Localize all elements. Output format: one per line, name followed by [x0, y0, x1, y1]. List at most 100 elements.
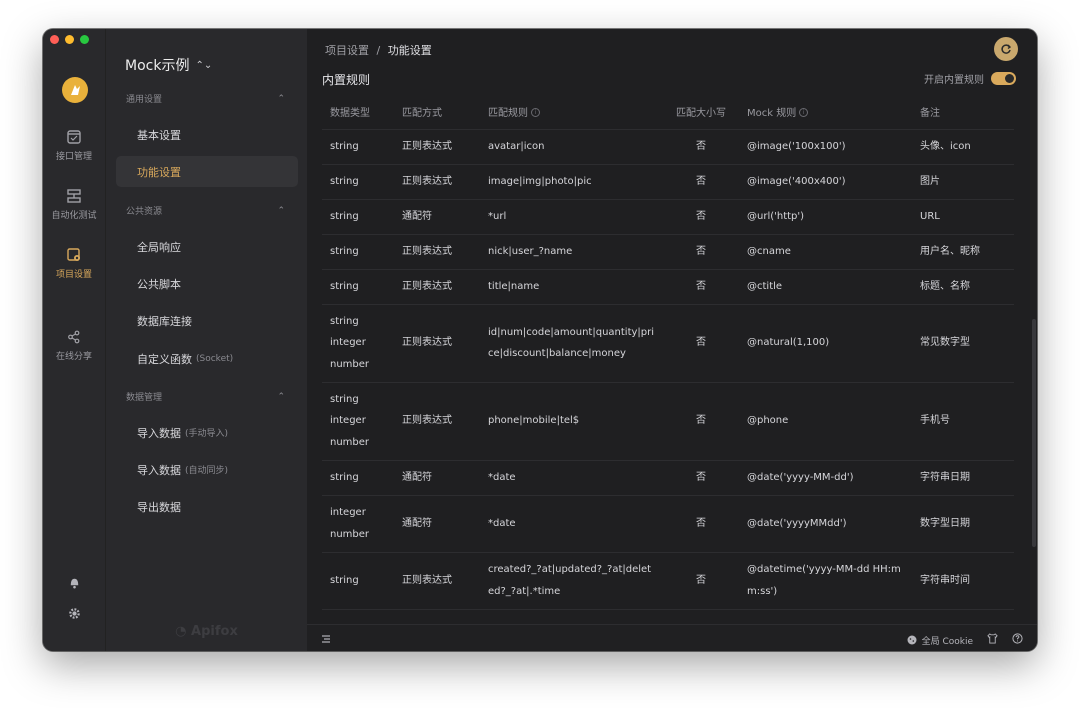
refresh-button[interactable]	[994, 37, 1018, 61]
builtin-rules-toggle-wrap: 开启内置规则	[924, 71, 1016, 86]
cell-rule: *date	[480, 460, 663, 496]
cell-case: 否	[663, 382, 739, 461]
cell-method: 正则表达式	[394, 129, 480, 165]
table-row[interactable]: integer number 通配符 *date 否 @date('yyyyMMdd') 数…	[322, 495, 1014, 553]
app-window: 接口管理 自动化测试 项目设置 在线分享 Mock示例 ⌃⌄ 通用设置 ⌃ 基本…	[43, 29, 1037, 651]
cell-method: 通配符	[394, 199, 480, 235]
global-cookie-button[interactable]: 全局 Cookie	[907, 634, 973, 647]
cell-case: 否	[663, 304, 739, 383]
column-header-type: 数据类型	[322, 94, 394, 130]
cookie-label: 全局 Cookie	[921, 636, 973, 647]
cell-case: 否	[663, 495, 739, 553]
nav-item-custom-function[interactable]: 自定义函数 (Socket)	[116, 343, 298, 374]
toggle-sidebar-button[interactable]	[321, 634, 331, 647]
nav-item-export[interactable]: 导出数据	[116, 491, 298, 522]
rules-table: 数据类型 匹配方式 匹配规则 i 匹配大小写 Mock 规则 i 备注 string…	[322, 94, 1014, 610]
nav-group-general[interactable]: 通用设置 ⌃	[126, 92, 285, 106]
table-row[interactable]: string integer number 正则表达式 id|num|code|amou…	[322, 304, 1014, 383]
table-row[interactable]: string 正则表达式 avatar|icon 否 @image('100x100')…	[322, 129, 1014, 165]
info-icon[interactable]: i	[799, 108, 809, 118]
builtin-rules-toggle[interactable]	[991, 72, 1016, 85]
nav-item-sub: (手动导入)	[185, 429, 229, 439]
cell-rule: avatar|icon	[480, 129, 663, 165]
rail-item-project-settings[interactable]: 项目设置	[43, 247, 105, 280]
rail-label: 接口管理	[55, 152, 92, 162]
apifox-watermark: ◔ Apifox	[106, 624, 307, 639]
nav-item-public-script[interactable]: 公共脚本	[116, 268, 298, 299]
breadcrumb-current: 功能设置	[387, 44, 432, 57]
table-row[interactable]: string 通配符 *url 否 @url('http') URL	[322, 199, 1014, 235]
info-icon[interactable]: i	[531, 108, 540, 118]
cell-type: integer number	[322, 495, 394, 553]
table-row[interactable]: string 正则表达式 title|name 否 @ctitle 标题、名称	[322, 269, 1014, 305]
nav-group-public-resources[interactable]: 公共资源 ⌃	[126, 204, 285, 218]
nav-item-global-response[interactable]: 全局响应	[116, 231, 298, 262]
nav-item-label: 导出数据	[137, 500, 181, 514]
cell-rule: *url	[480, 199, 663, 235]
notification-button[interactable]	[43, 574, 105, 590]
toggle-label: 开启内置规则	[924, 75, 984, 86]
project-settings-icon	[66, 247, 82, 263]
settings-button[interactable]	[43, 605, 105, 621]
rules-table-body: string 正则表达式 avatar|icon 否 @image('100x100')…	[322, 129, 1014, 610]
type-value: string	[330, 280, 359, 292]
status-bar: 全局 Cookie	[307, 624, 1037, 651]
cell-mock: @datetime('yyyy-MM-dd HH:mm:ss')	[739, 552, 912, 610]
cell-case: 否	[663, 199, 739, 235]
rail-item-share[interactable]: 在线分享	[43, 329, 105, 362]
cell-mock: @natural(1,100)	[739, 304, 912, 383]
rules-table-wrap: 数据类型 匹配方式 匹配规则 i 匹配大小写 Mock 规则 i 备注 string…	[322, 94, 1014, 622]
cell-note: 字符串时间	[912, 552, 1014, 610]
project-logo[interactable]	[62, 77, 88, 103]
cell-method: 正则表达式	[394, 552, 480, 610]
cell-method: 通配符	[394, 495, 480, 553]
nav-item-label: 导入数据	[137, 426, 181, 440]
type-value: string	[330, 574, 359, 586]
scrollbar-thumb[interactable]	[1032, 319, 1036, 547]
nav-item-feature-settings[interactable]: 功能设置	[116, 156, 298, 187]
cell-mock: @image('400x400')	[739, 164, 912, 200]
type-value: string	[330, 140, 359, 152]
zoom-window-button[interactable]	[80, 35, 89, 44]
project-switcher[interactable]: Mock示例 ⌃⌄	[125, 55, 212, 75]
breadcrumb: 项目设置 / 功能设置	[325, 42, 432, 58]
table-row[interactable]: string 通配符 *date 否 @date('yyyy-MM-dd') 字符串日期	[322, 460, 1014, 496]
cell-mock: @image('100x100')	[739, 129, 912, 165]
nav-group-data-management[interactable]: 数据管理 ⌃	[126, 390, 285, 404]
nav-item-import-auto[interactable]: 导入数据 (自动同步)	[116, 454, 298, 485]
help-button[interactable]	[1012, 633, 1023, 647]
nav-group-label: 公共资源	[126, 207, 163, 217]
type-value: string	[330, 393, 359, 405]
type-value: number	[330, 436, 370, 448]
footer-brand: Apifox	[191, 624, 238, 639]
list-icon	[322, 635, 330, 643]
nav-item-import-manual[interactable]: 导入数据 (手动导入)	[116, 417, 298, 448]
cell-type: string	[322, 164, 394, 200]
table-row[interactable]: string 正则表达式 created?_?at|updated?_?at|del…	[322, 552, 1014, 610]
cell-mock: @phone	[739, 382, 912, 461]
nav-item-database[interactable]: 数据库连接	[116, 305, 298, 336]
window-controls	[50, 35, 89, 44]
api-doc-icon	[66, 129, 82, 145]
nav-item-basic-settings[interactable]: 基本设置	[116, 119, 298, 150]
cell-method: 正则表达式	[394, 304, 480, 383]
cell-mock: @cname	[739, 234, 912, 270]
table-scrollbar[interactable]	[1031, 94, 1037, 622]
rail-item-automation[interactable]: 自动化测试	[43, 188, 105, 221]
shirt-theme-button[interactable]	[987, 633, 998, 647]
cell-rule: *date	[480, 495, 663, 553]
breadcrumb-parent[interactable]: 项目设置	[325, 44, 369, 57]
table-row[interactable]: string integer number 正则表达式 phone|mobile|tel…	[322, 382, 1014, 461]
rail-item-api[interactable]: 接口管理	[43, 129, 105, 162]
close-window-button[interactable]	[50, 35, 59, 44]
cell-note: 用户名、昵称	[912, 234, 1014, 270]
cell-type: string	[322, 199, 394, 235]
table-row[interactable]: string 正则表达式 image|img|photo|pic 否 @image('4…	[322, 164, 1014, 200]
nav-item-sub: (Socket)	[196, 353, 234, 364]
cell-rule: id|num|code|amount|quantity|price|discou…	[480, 304, 663, 383]
table-header-row: 数据类型 匹配方式 匹配规则 i 匹配大小写 Mock 规则 i 备注	[322, 94, 1014, 130]
minimize-window-button[interactable]	[65, 35, 74, 44]
cell-method: 正则表达式	[394, 234, 480, 270]
cell-rule: created?_?at|updated?_?at|deleted?_?at|.…	[480, 552, 663, 610]
table-row[interactable]: string 正则表达式 nick|user_?name 否 @cname 用户名、昵称	[322, 234, 1014, 270]
